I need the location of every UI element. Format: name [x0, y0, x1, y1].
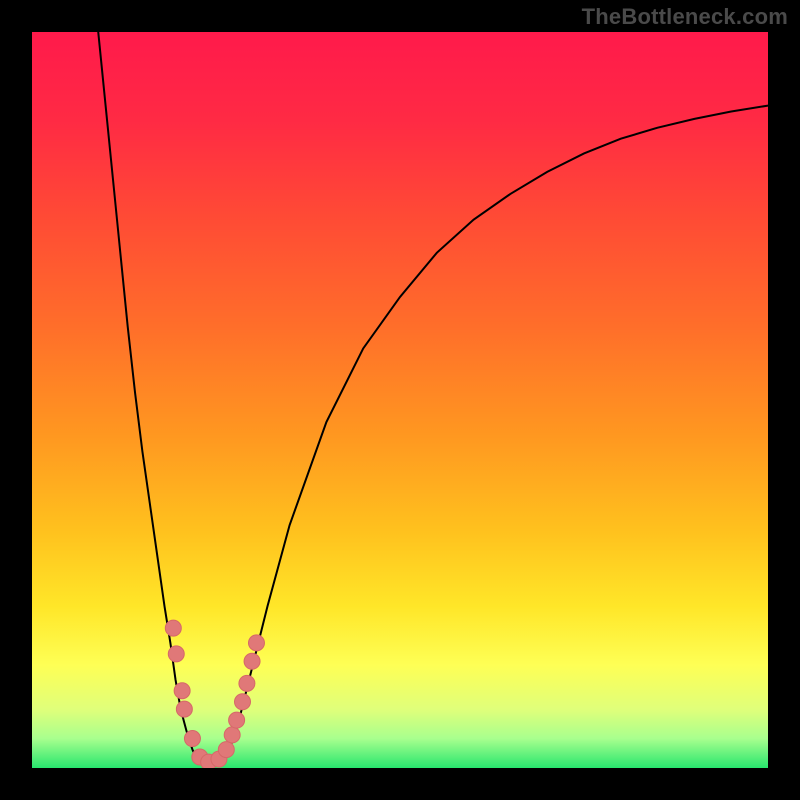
data-marker [165, 620, 181, 636]
data-marker [244, 653, 260, 669]
watermark-text: TheBottleneck.com [582, 4, 788, 30]
data-marker [224, 727, 240, 743]
data-marker [229, 712, 245, 728]
chart-svg [32, 32, 768, 768]
data-marker [176, 701, 192, 717]
chart-frame: TheBottleneck.com [0, 0, 800, 800]
data-marker [235, 694, 251, 710]
data-marker [168, 646, 184, 662]
gradient-background [32, 32, 768, 768]
data-marker [174, 683, 190, 699]
data-marker [239, 675, 255, 691]
plot-area [32, 32, 768, 768]
data-marker [218, 742, 234, 758]
data-marker [248, 635, 264, 651]
data-marker [184, 731, 200, 747]
